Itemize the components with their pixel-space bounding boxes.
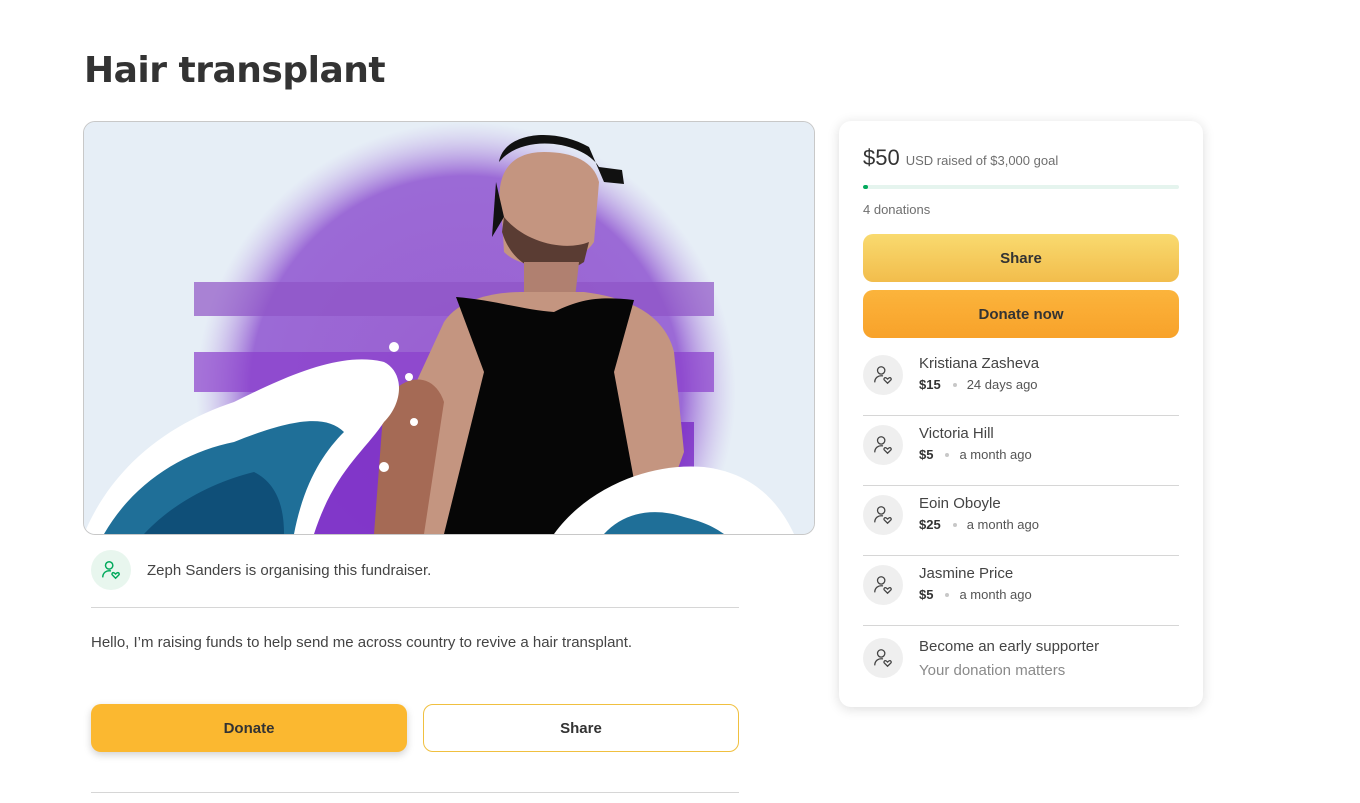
separator-dot — [952, 382, 957, 387]
separator-dot — [952, 522, 957, 527]
page-title: Hair transplant — [84, 50, 386, 91]
progress-bar — [863, 185, 1179, 189]
user-heart-icon — [874, 366, 892, 385]
donor-time: a month ago — [959, 447, 1032, 462]
list-item: Kristiana Zasheva $15 24 days ago — [863, 346, 1179, 416]
donor-name: Victoria Hill — [919, 425, 994, 442]
donate-button[interactable]: Donate — [91, 704, 407, 752]
organiser-row: Zeph Sanders is organising this fundrais… — [91, 550, 739, 608]
raised-amount: $50 — [863, 145, 900, 170]
user-heart-icon — [102, 561, 120, 580]
donor-time: a month ago — [959, 587, 1032, 602]
donor-name: Jasmine Price — [919, 565, 1014, 582]
campaign-description: Hello, I’m raising funds to help send me… — [91, 634, 633, 651]
donor-avatar — [863, 425, 903, 465]
donor-time: a month ago — [966, 517, 1039, 532]
donor-avatar — [863, 355, 903, 395]
donor-amount: $25 — [919, 517, 941, 532]
list-item: Jasmine Price $5 a month ago — [863, 556, 1179, 626]
early-supporter-subtitle: Your donation matters — [919, 662, 1066, 679]
donor-name: Kristiana Zasheva — [919, 355, 1040, 372]
donor-avatar — [863, 565, 903, 605]
organiser-text: Zeph Sanders is organising this fundrais… — [147, 562, 432, 579]
separator-dot — [945, 452, 950, 457]
donor-time: 24 days ago — [966, 377, 1038, 392]
donation-summary-card: $50 USD raised of $3,000 goal 4 donation… — [839, 121, 1203, 707]
donor-amount: $5 — [919, 587, 934, 602]
divider — [91, 792, 739, 793]
donor-amount: $15 — [919, 377, 941, 392]
raised-goal: USD raised of $3,000 goal — [905, 153, 1059, 168]
donor-name: Eoin Oboyle — [919, 495, 1001, 512]
donor-amount: $5 — [919, 447, 934, 462]
share-button[interactable]: Share — [423, 704, 739, 752]
early-supporter-avatar — [863, 638, 903, 678]
user-heart-icon — [874, 649, 892, 668]
early-supporter-row: Become an early supporter Your donation … — [863, 626, 1179, 696]
donor-avatar — [863, 495, 903, 535]
user-heart-icon — [874, 436, 892, 455]
donation-count: 4 donations — [863, 202, 931, 217]
early-supporter-title: Become an early supporter — [919, 638, 1100, 655]
donate-now-button[interactable]: Donate now — [863, 290, 1179, 338]
card-share-button[interactable]: Share — [863, 234, 1179, 282]
list-item: Eoin Oboyle $25 a month ago — [863, 486, 1179, 556]
separator-dot — [945, 592, 950, 597]
user-heart-icon — [874, 506, 892, 525]
organiser-avatar — [91, 550, 131, 590]
campaign-image — [83, 121, 815, 535]
user-heart-icon — [874, 576, 892, 595]
list-item: Victoria Hill $5 a month ago — [863, 416, 1179, 486]
progress-fill — [863, 185, 869, 189]
raised-line: $50 USD raised of $3,000 goal — [863, 145, 1179, 171]
donation-list: Kristiana Zasheva $15 24 days ago Victor… — [863, 346, 1179, 696]
